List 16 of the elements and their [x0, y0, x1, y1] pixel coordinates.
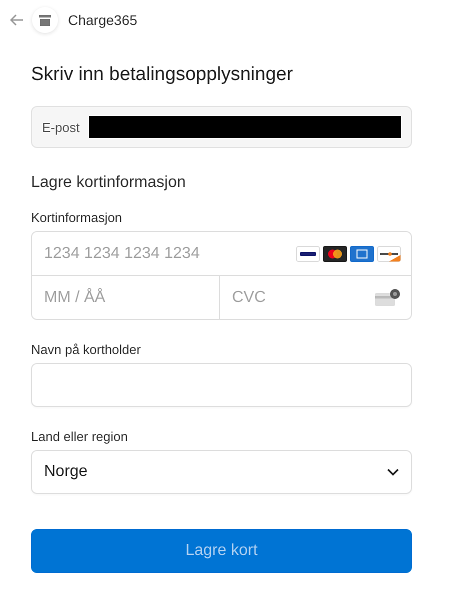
- expiry-field[interactable]: MM / ÅÅ: [31, 276, 220, 320]
- store-icon: [32, 7, 58, 33]
- back-arrow-icon[interactable]: [10, 14, 24, 26]
- section-title: Lagre kortinformasjon: [31, 174, 187, 192]
- field-label: Land eller region: [31, 429, 129, 444]
- card-number-field[interactable]: 1234 1234 1234 1234: [31, 231, 412, 276]
- field-label: Kortinformasjon: [31, 210, 124, 225]
- card-back-icon: [375, 288, 401, 306]
- email-field: E-post: [31, 106, 412, 148]
- merchant-name: Charge365: [68, 12, 138, 28]
- chevron-down-icon: [387, 468, 399, 476]
- cardholder-name-field[interactable]: [31, 363, 412, 407]
- field-label: Navn på kortholder: [31, 342, 142, 357]
- country-select[interactable]: Norge: [31, 450, 412, 494]
- page-title: Skriv inn betalingsopplysninger: [31, 64, 294, 86]
- cvc-field[interactable]: CVC: [220, 276, 412, 320]
